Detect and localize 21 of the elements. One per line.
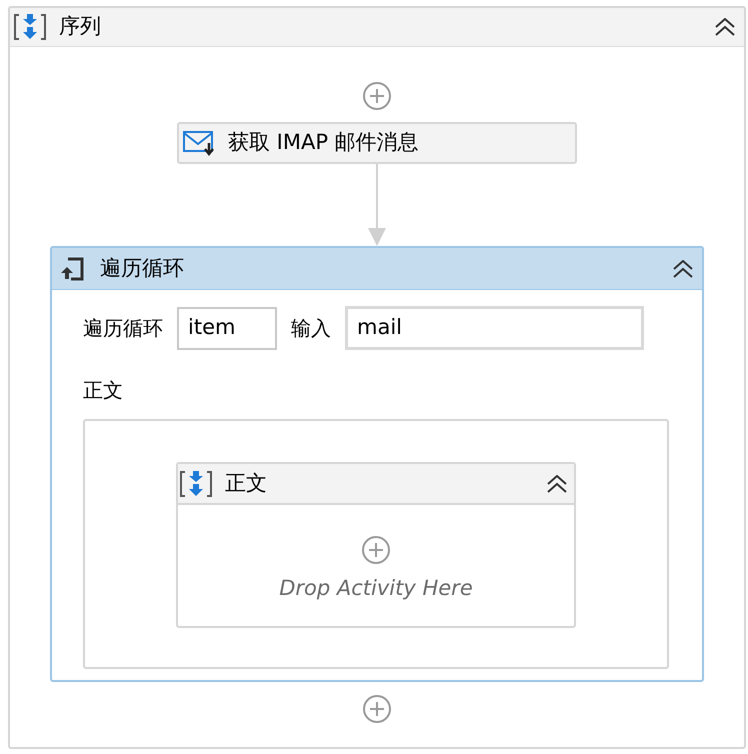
activity-title: 获取 IMAP 邮件消息 bbox=[228, 129, 419, 156]
collapse-icon[interactable] bbox=[546, 474, 568, 492]
sequence-icon bbox=[179, 468, 213, 498]
mail-icon bbox=[182, 129, 216, 157]
foreach-title: 遍历循环 bbox=[100, 254, 184, 282]
item-field[interactable]: item bbox=[177, 306, 277, 350]
add-icon[interactable] bbox=[362, 694, 392, 724]
collapse-icon[interactable] bbox=[672, 260, 694, 278]
drop-zone[interactable]: Drop Activity Here bbox=[178, 505, 574, 626]
input-field[interactable]: mail bbox=[345, 306, 644, 350]
body-sequence-title: 正文 bbox=[225, 470, 267, 497]
sequence-title: 序列 bbox=[59, 13, 101, 40]
add-icon[interactable] bbox=[362, 81, 392, 111]
input-label: 输入 bbox=[291, 315, 331, 342]
item-label: 遍历循环 bbox=[83, 315, 163, 342]
collapse-icon[interactable] bbox=[714, 18, 736, 36]
drop-placeholder: Drop Activity Here bbox=[279, 575, 473, 602]
add-icon[interactable] bbox=[361, 535, 391, 565]
body-label: 正文 bbox=[83, 377, 124, 404]
sequence-icon bbox=[13, 12, 47, 42]
activity-card[interactable]: 获取 IMAP 邮件消息 bbox=[177, 122, 577, 164]
